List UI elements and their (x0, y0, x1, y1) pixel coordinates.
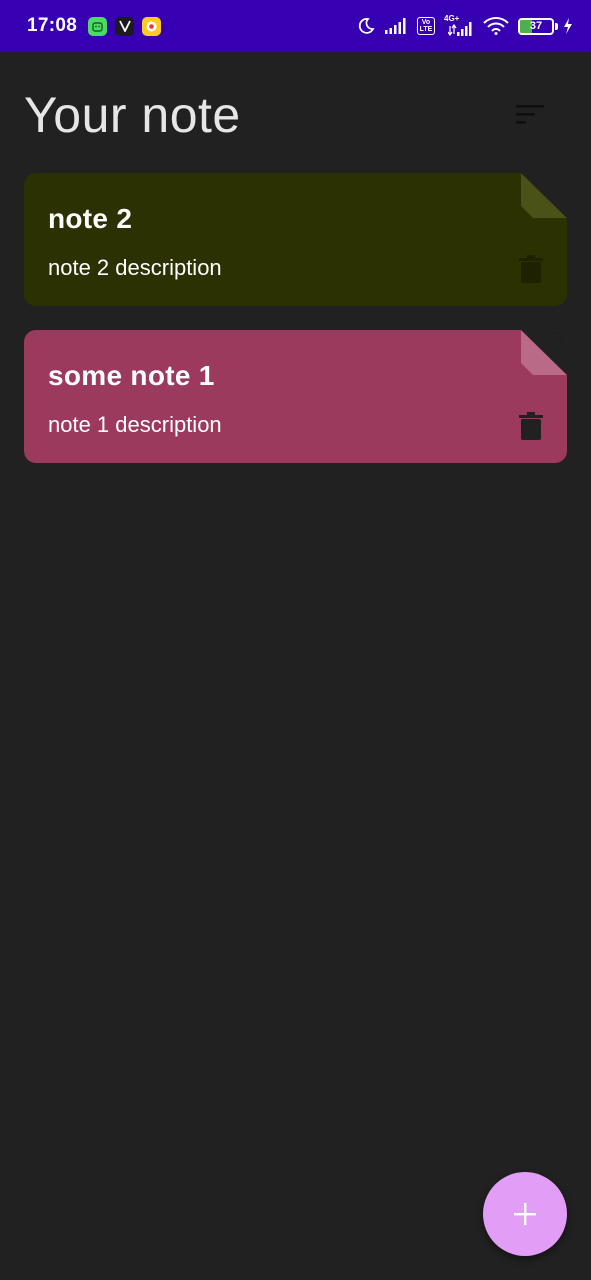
note-description: note 2 description (48, 255, 222, 280)
trash-icon (519, 255, 543, 283)
status-system-icons: Vo LTE 4G+ 37 (357, 14, 573, 36)
note-title: note 2 (48, 203, 133, 234)
note-card[interactable]: some note 1 note 1 description (24, 330, 567, 463)
battery-icon: 37 (518, 17, 558, 35)
note-fold-corner (521, 173, 567, 218)
battery-level: 37 (529, 20, 543, 32)
note-description: note 1 description (48, 412, 222, 437)
volte-icon: Vo LTE (417, 17, 435, 35)
wifi-icon (483, 17, 509, 35)
delete-note-button[interactable] (513, 249, 549, 289)
moon-icon (358, 18, 375, 34)
sort-button[interactable] (506, 92, 554, 136)
page-title: Your note (24, 87, 241, 143)
status-time: 17:08 (27, 15, 78, 36)
signal-icon (385, 18, 406, 34)
android-app-icon (88, 16, 108, 36)
volte-label: Vo LTE (419, 19, 433, 33)
plus-icon (514, 1203, 536, 1225)
4g-signal-icon: 4G+ (444, 14, 474, 36)
v-app-icon (115, 16, 135, 36)
battery-body: 37 (518, 17, 554, 35)
status-bar: 17:08 Vo LTE 4G+ 37 (0, 0, 591, 52)
music-app-icon (142, 16, 162, 36)
note-fold-corner (521, 330, 567, 375)
add-note-button[interactable] (483, 1172, 567, 1256)
charging-icon (564, 18, 572, 34)
trash-icon (519, 412, 543, 440)
battery-tip (555, 22, 558, 30)
note-title: some note 1 (48, 360, 215, 391)
sort-icon (516, 105, 544, 124)
status-app-icons (88, 16, 162, 36)
delete-note-button[interactable] (513, 406, 549, 446)
note-card[interactable]: note 2 note 2 description (24, 173, 567, 306)
